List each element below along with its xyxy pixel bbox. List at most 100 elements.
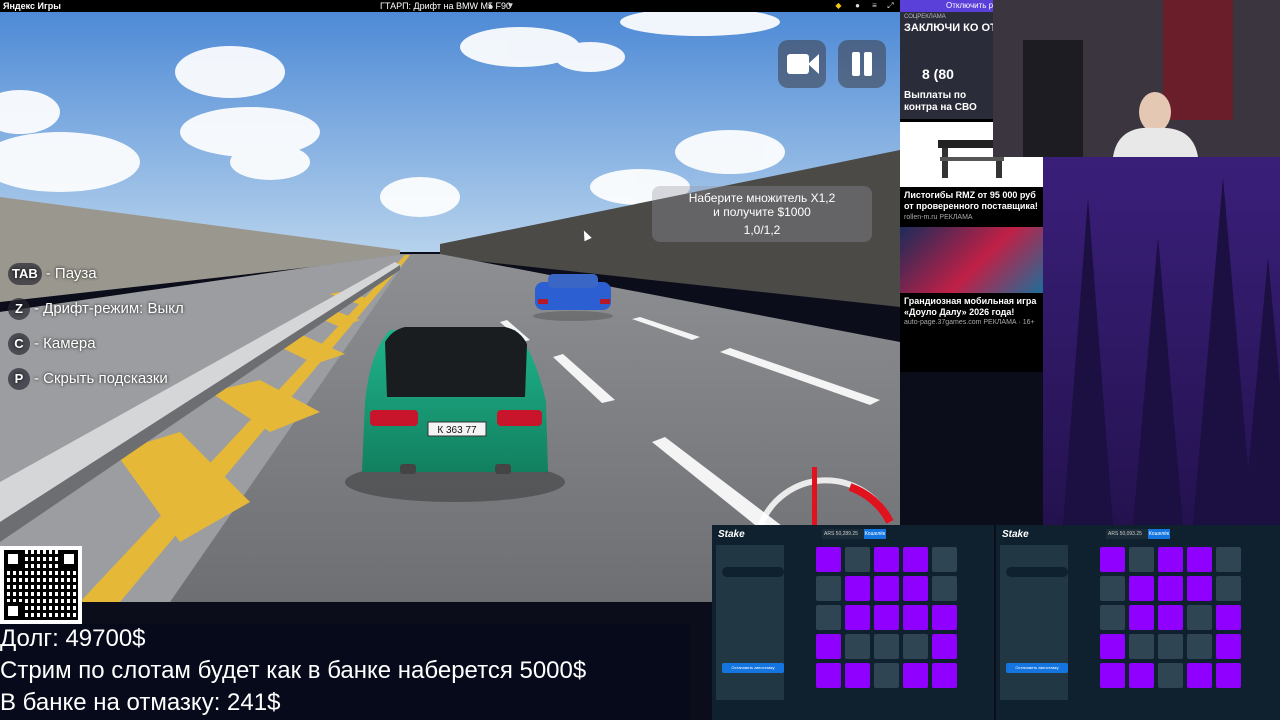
hidden-tile[interactable] [874,663,899,688]
gem-tile[interactable] [1216,634,1241,659]
user-icon[interactable]: ● [853,1,862,10]
bet-sidebar: Остановить автоставку [716,545,784,700]
forest-background [1043,157,1280,525]
gem-tile[interactable] [845,576,870,601]
ad3-source: auto-page.37games.com РЕКЛАМА · 16+ [904,319,1035,326]
ad2-caption[interactable]: Листогибы RMZ от 95 000 руб от проверенн… [904,190,1040,212]
coin-icon: ◆ [835,1,842,10]
webcam-feed [993,0,1280,157]
gem-tile[interactable] [1158,605,1183,630]
dislike-icon[interactable]: ▼ [506,1,515,10]
balance-display[interactable]: ARS 50,093.25 [1106,529,1154,539]
hidden-tile[interactable] [1129,547,1154,572]
slots-stream-text: Стрим по слотам будет как в банке набере… [0,657,587,684]
gem-tile[interactable] [874,605,899,630]
gem-tile[interactable] [903,576,928,601]
debt-text: Долг: 49700$ [0,625,146,652]
license-plate: К 363 77 [437,425,477,436]
hidden-tile[interactable] [1158,663,1183,688]
gem-tile[interactable] [1100,663,1125,688]
stake-mines-panel-right[interactable]: Stake ARS 50,093.25 Кошелёк Остановить а… [996,525,1280,720]
mode-tabs[interactable] [722,567,784,577]
ad3-caption[interactable]: Грандиозная мобильная игра «Доуло Далу» … [904,296,1040,318]
gem-tile[interactable] [845,663,870,688]
screen: Яндекс Игры ГТАРП: Дрифт на BMW M5 F90 ▲… [0,0,1280,720]
gem-tile[interactable] [903,663,928,688]
bank-text: В банке на отмазку: 241$ [0,689,281,716]
ad2-source: rollen-m.ru РЕКЛАМА [904,214,973,221]
gem-tile[interactable] [903,547,928,572]
video-camera-icon [787,54,809,74]
hidden-tile[interactable] [1100,576,1125,601]
hint-pause: TAB - Пауза [8,262,97,286]
mission-text-line2: и получите $1000 [713,205,811,219]
balance-display[interactable]: ARS 50,289.25 [822,529,870,539]
gem-tile[interactable] [1158,547,1183,572]
pause-button[interactable] [838,40,886,88]
auto-bet-button[interactable]: Остановить автоставку [1006,663,1068,673]
wallet-button[interactable]: Кошелёк [1148,529,1170,539]
hidden-tile[interactable] [1187,634,1212,659]
gem-tile[interactable] [845,605,870,630]
gem-tile[interactable] [874,576,899,601]
key-p: P [8,368,30,390]
hidden-tile[interactable] [874,634,899,659]
gem-tile[interactable] [1216,663,1241,688]
mission-progress: 1,0/1,2 [743,223,781,237]
gem-tile[interactable] [1216,605,1241,630]
hint-drift: Z- Дрифт-режим: Выкл [8,297,184,321]
hidden-tile[interactable] [1187,605,1212,630]
mission-panel: Наберите множитель X1,2 и получите $1000… [652,186,872,242]
gem-tile[interactable] [1187,547,1212,572]
hidden-tile[interactable] [932,576,957,601]
game-viewport[interactable]: К 363 77 Наберите множитель X1,2 и получ… [0,12,900,602]
hidden-tile[interactable] [1216,576,1241,601]
mode-tabs[interactable] [1006,567,1068,577]
stake-mines-panel-left[interactable]: Stake ARS 50,289.25 Кошелёк Остановить а… [712,525,994,720]
gem-tile[interactable] [816,634,841,659]
mines-grid[interactable] [816,547,957,688]
auto-bet-button[interactable]: Остановить автоставку [722,663,784,673]
gem-tile[interactable] [816,663,841,688]
stake-logo: Stake [718,529,745,540]
fullscreen-icon[interactable]: ⤢ [886,1,895,10]
hidden-tile[interactable] [1216,547,1241,572]
gem-tile[interactable] [932,605,957,630]
stake-logo: Stake [1002,529,1029,540]
like-icon[interactable]: ▲ [486,1,495,10]
hint-camera: C- Камера [8,332,96,356]
gem-tile[interactable] [816,547,841,572]
hidden-tile[interactable] [1100,605,1125,630]
gem-tile[interactable] [1187,576,1212,601]
hidden-tile[interactable] [1129,634,1154,659]
gem-tile[interactable] [1158,576,1183,601]
bet-sidebar: Остановить автоставку [1000,545,1068,700]
hidden-tile[interactable] [1158,634,1183,659]
wallet-button[interactable]: Кошелёк [864,529,886,539]
qr-code [0,546,82,624]
gem-tile[interactable] [1100,547,1125,572]
yandex-games-topbar: Яндекс Игры ГТАРП: Дрифт на BMW M5 F90 ▲… [0,0,900,12]
gem-tile[interactable] [1187,663,1212,688]
gem-tile[interactable] [932,634,957,659]
hidden-tile[interactable] [816,605,841,630]
gem-tile[interactable] [903,605,928,630]
gem-tile[interactable] [1129,663,1154,688]
hidden-tile[interactable] [816,576,841,601]
ad-image-game[interactable] [900,227,1043,293]
disable-ads-button[interactable]: Отключить ре [900,0,993,12]
hidden-tile[interactable] [932,547,957,572]
gem-tile[interactable] [1129,605,1154,630]
menu-icon[interactable]: ≡ [870,1,879,10]
gem-tile[interactable] [1100,634,1125,659]
hidden-tile[interactable] [903,634,928,659]
gem-tile[interactable] [932,663,957,688]
hidden-tile[interactable] [845,634,870,659]
gem-tile[interactable] [874,547,899,572]
gem-tile[interactable] [1129,576,1154,601]
yandex-games-logo[interactable]: Яндекс Игры [3,0,61,12]
hint-hide: P- Скрыть подсказки [8,367,168,391]
camera-button[interactable] [778,40,826,88]
mines-grid[interactable] [1100,547,1241,688]
hidden-tile[interactable] [845,547,870,572]
